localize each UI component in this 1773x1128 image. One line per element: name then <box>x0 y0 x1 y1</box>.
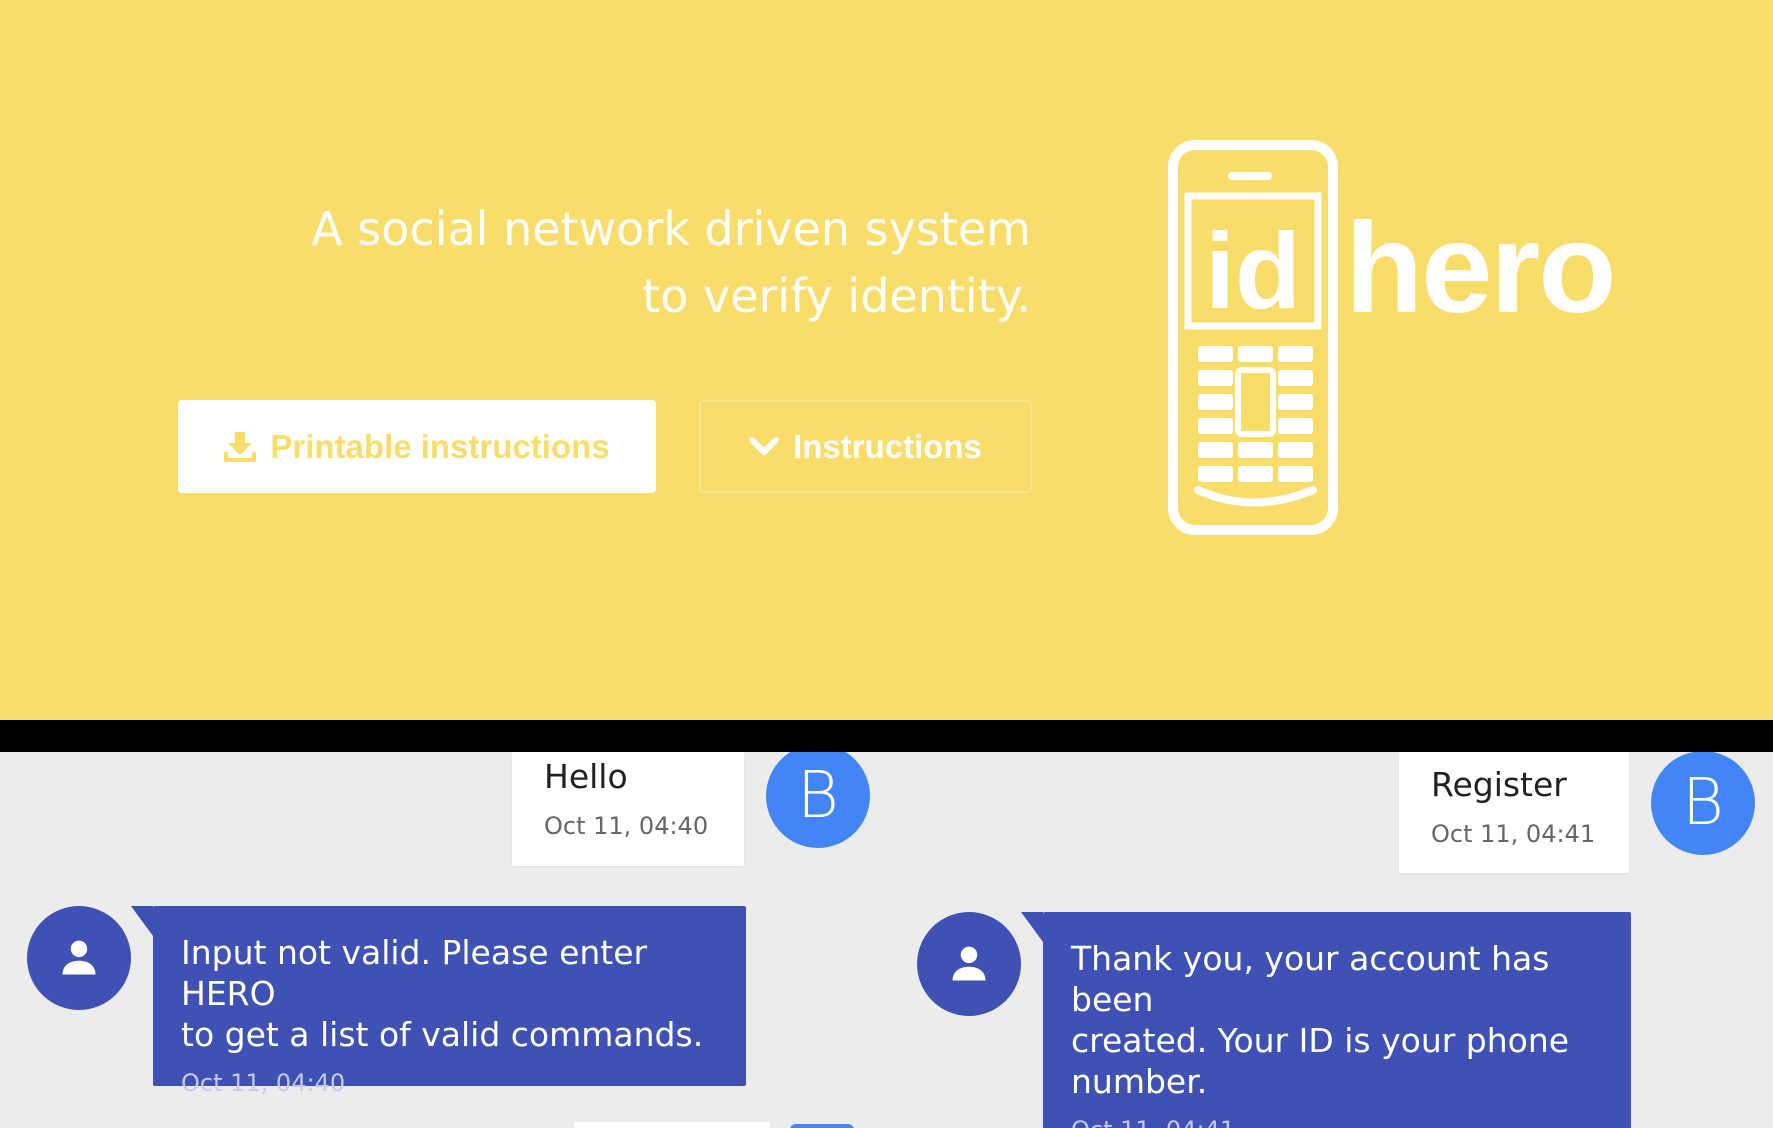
message-text-line-1: Input not valid. Please enter HERO <box>181 933 648 1013</box>
tagline: A social network driven system to verify… <box>271 196 1031 330</box>
hero-banner: A social network driven system to verify… <box>0 0 1773 720</box>
svg-text:id: id <box>1205 210 1301 331</box>
message-timestamp: Oct 11, 04:40 <box>181 1069 346 1097</box>
message-text-line-1: Thank you, your account has been <box>1071 939 1550 1019</box>
person-icon <box>62 940 96 975</box>
next-avatar-peek <box>790 1124 854 1128</box>
message-text-line-2: created. Your ID is your phone <box>1071 1021 1570 1060</box>
next-message-peek <box>574 1122 770 1128</box>
contact-avatar <box>27 906 131 1010</box>
tagline-line-2: to verify identity. <box>642 269 1031 323</box>
message-timestamp: Oct 11, 04:41 <box>1431 820 1596 848</box>
chevron-down-icon <box>749 436 780 458</box>
tagline-line-1: A social network driven system <box>311 202 1031 256</box>
printable-instructions-label: Printable instructions <box>270 427 610 465</box>
sender-avatar: B <box>1651 752 1755 855</box>
outgoing-message: Hello Oct 11, 04:40 <box>512 752 744 866</box>
logo-wordmark: hero <box>1345 197 1616 340</box>
incoming-message: Thank you, your account has been created… <box>1021 912 1631 1128</box>
sender-avatar: B <box>766 752 870 848</box>
instructions-label: Instructions <box>793 427 982 465</box>
message-timestamp: Oct 11, 04:40 <box>544 812 709 840</box>
person-icon <box>952 946 986 981</box>
contact-avatar <box>917 912 1021 1016</box>
message-text-line-2: to get a list of valid commands. <box>181 1015 704 1054</box>
message-timestamp: Oct 11, 04:41 <box>1071 1116 1603 1128</box>
divider <box>0 720 1773 752</box>
chat-screenshots: Hello Oct 11, 04:40 B Input not valid. P… <box>0 752 1773 1128</box>
outgoing-message: Register Oct 11, 04:41 <box>1399 752 1629 873</box>
message-text-line-3: number. <box>1071 1062 1208 1101</box>
incoming-message: Input not valid. Please enter HERO to ge… <box>131 906 746 1097</box>
printable-instructions-button[interactable]: Printable instructions <box>178 400 656 493</box>
message-text: Register <box>1431 765 1567 804</box>
instructions-button[interactable]: Instructions <box>699 400 1032 493</box>
message-text: Hello <box>544 757 628 796</box>
download-icon <box>224 431 257 462</box>
